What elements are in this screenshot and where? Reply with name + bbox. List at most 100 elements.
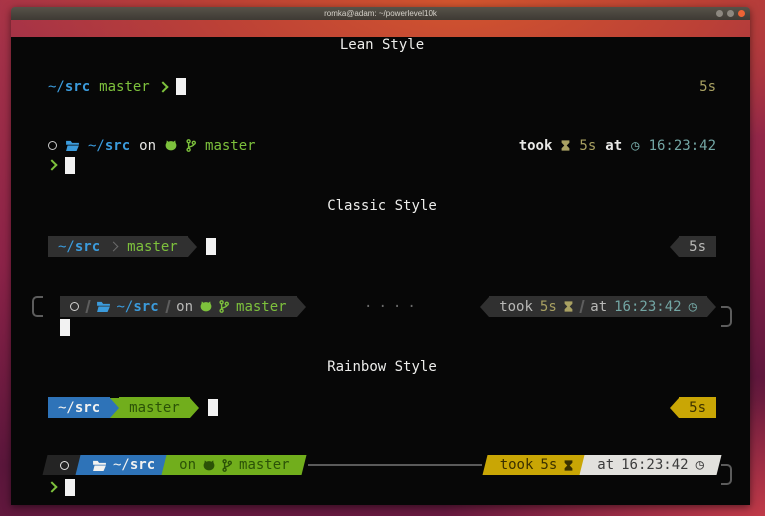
dir-prefix: ~/	[58, 400, 75, 416]
powerline-arrow-icon	[707, 297, 716, 317]
dir-name: src	[75, 400, 100, 416]
on-label: on	[179, 457, 196, 473]
time-value: 16:23:42	[621, 457, 688, 473]
hourglass-icon	[564, 460, 573, 471]
time-segment: at 16:23:42 ◷	[585, 455, 716, 475]
maximize-button[interactable]	[727, 10, 734, 17]
classic-prompt-twoline: ~/src on master	[48, 296, 716, 337]
dir-segment: ~/src	[81, 455, 167, 475]
dir-prefix: ~/	[48, 79, 65, 95]
window-title: romka@adam: ~/powerlevel10k	[324, 9, 437, 18]
segment-separator-icon	[109, 242, 119, 252]
os-icon	[60, 461, 69, 470]
lean-prompt-twoline: ~/src on master took	[48, 136, 716, 175]
hourglass-icon	[561, 140, 570, 151]
terminal-cursor	[60, 319, 70, 336]
dir-segment: ~/src on master	[60, 296, 297, 317]
took-label: took	[519, 138, 553, 154]
powerline-arrow-icon	[190, 398, 199, 418]
git-branch-icon	[186, 139, 196, 152]
duration-value: 5s	[689, 239, 706, 255]
dir-prefix: ~/	[88, 138, 105, 154]
clock-icon: ◷	[689, 299, 697, 315]
git-branch-name: master	[239, 457, 290, 473]
time-value: 16:23:42	[614, 299, 681, 315]
terminal-cursor	[208, 399, 218, 416]
git-branch-name: master	[205, 138, 256, 154]
powerline-arrow-icon	[480, 297, 489, 317]
terminal-cursor	[176, 78, 186, 95]
at-label: at	[597, 457, 614, 473]
terminal-cursor	[65, 479, 75, 496]
git-branch-name: master	[99, 79, 150, 95]
prompt-frame-right	[721, 306, 732, 327]
git-branch-name: master	[129, 400, 180, 416]
close-button[interactable]	[738, 10, 745, 17]
dir-prefix: ~/	[117, 299, 134, 315]
hourglass-icon	[564, 301, 573, 312]
dir-name: src	[75, 239, 100, 255]
took-label: took	[500, 457, 534, 473]
took-label: took	[499, 299, 533, 315]
prompt-frame-left	[32, 296, 43, 317]
git-branch-icon	[222, 459, 232, 472]
os-icon	[70, 302, 79, 311]
window-controls	[716, 10, 745, 17]
dir-name: src	[105, 138, 130, 154]
folder-icon	[93, 460, 106, 471]
duration-value: 5s	[689, 400, 706, 416]
on-label: on	[176, 299, 193, 315]
folder-icon	[66, 140, 79, 151]
os-icon	[48, 141, 57, 150]
clock-icon: ◷	[631, 138, 639, 154]
segment-separator	[579, 300, 584, 313]
git-branch-name: master	[127, 239, 178, 255]
dir-segment: ~/src	[48, 397, 110, 418]
duration-value: 5s	[540, 299, 557, 315]
chevron-icon	[157, 81, 168, 92]
dir-name: src	[130, 457, 155, 473]
prompt-frame-right	[721, 464, 732, 485]
rainbow-prompt-oneline: ~/src master 5s	[48, 397, 716, 418]
dir-name: src	[133, 299, 158, 315]
lean-prompt-oneline: ~/src master 5s	[48, 76, 716, 97]
on-label: on	[139, 138, 156, 154]
github-icon	[203, 460, 215, 471]
status-segment: took 5s at 16:23:42 ◷	[489, 296, 707, 317]
prompt-filler-dots: ····	[306, 299, 481, 315]
branch-segment: on master	[167, 455, 301, 475]
duration-segment: 5s	[679, 236, 716, 257]
terminal-screen: Lean Style ~/src master 5s	[11, 37, 750, 505]
dir-prefix: ~/	[58, 239, 75, 255]
powerline-arrow-icon	[670, 237, 679, 257]
powerline-arrow-icon	[188, 237, 197, 257]
powerline-arrow-icon	[670, 398, 679, 418]
section-heading-lean: Lean Style	[48, 37, 716, 54]
prompt-filler-line	[308, 464, 482, 466]
git-branch-name: master	[236, 299, 287, 315]
terminal-cursor	[206, 238, 216, 255]
terminal-cursor	[65, 157, 75, 174]
window-titlebar[interactable]: romka@adam: ~/powerlevel10k	[11, 7, 750, 20]
terminal-window: romka@adam: ~/powerlevel10k Lean Style ~…	[11, 7, 750, 505]
status-segment: took 5s	[488, 455, 586, 475]
dir-segment: ~/src master	[48, 236, 188, 257]
duration-segment: 5s	[679, 397, 716, 418]
classic-prompt-oneline: ~/src master 5s	[48, 236, 716, 257]
section-heading-rainbow: Rainbow Style	[48, 359, 716, 376]
minimize-button[interactable]	[716, 10, 723, 17]
rainbow-prompt-twoline: ~/src on master took	[48, 455, 716, 499]
duration-value: 5s	[540, 457, 557, 473]
powerline-arrow-icon	[297, 297, 306, 317]
dir-name: src	[65, 79, 90, 95]
section-heading-classic: Classic Style	[48, 198, 716, 215]
git-branch-icon	[219, 300, 229, 313]
duration-value: 5s	[699, 79, 716, 95]
github-icon	[165, 140, 177, 151]
folder-icon	[97, 301, 110, 312]
github-icon	[200, 301, 212, 312]
at-label: at	[605, 138, 622, 154]
duration-value: 5s	[579, 138, 596, 154]
powerline-arrow-icon	[110, 398, 119, 418]
segment-separator	[85, 300, 90, 313]
